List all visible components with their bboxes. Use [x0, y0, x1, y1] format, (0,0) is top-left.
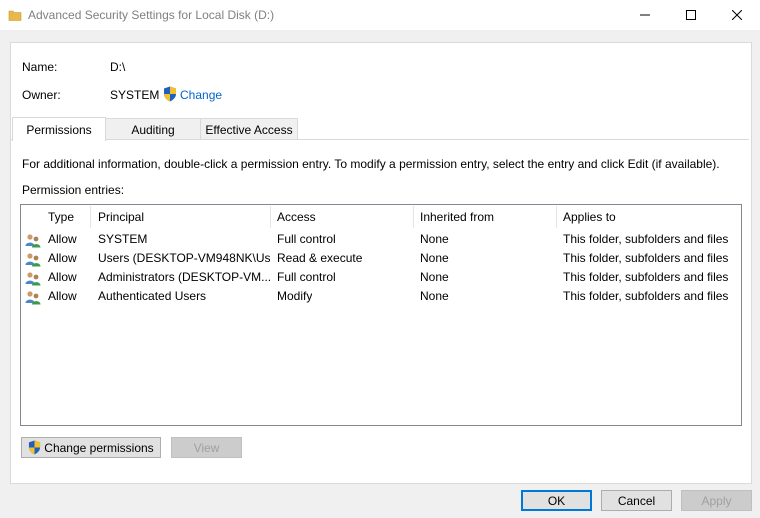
- cancel-label: Cancel: [617, 493, 656, 508]
- minimize-button[interactable]: [622, 0, 668, 30]
- shield-icon: [29, 440, 41, 455]
- ok-label: OK: [547, 493, 566, 508]
- cell-type: Allow: [48, 251, 77, 265]
- cell-access: Modify: [277, 289, 313, 303]
- title-bar: Advanced Security Settings for Local Dis…: [0, 0, 760, 30]
- view-label: View: [193, 440, 220, 455]
- maximize-button[interactable]: [668, 0, 714, 30]
- column-header-type[interactable]: Type: [48, 206, 74, 228]
- change-permissions-label: Change permissions: [44, 440, 154, 455]
- apply-button[interactable]: Apply: [681, 490, 752, 511]
- cell-applies-to: This folder, subfolders and files: [563, 289, 729, 303]
- cell-applies-to: This folder, subfolders and files: [563, 232, 729, 246]
- tab-label: Effective Access: [205, 122, 293, 137]
- window-title: Advanced Security Settings for Local Dis…: [28, 8, 275, 22]
- folder-icon: [8, 10, 22, 21]
- cell-type: Allow: [48, 289, 77, 303]
- table-row[interactable]: Allow Authenticated Users Modify None Th…: [22, 288, 740, 307]
- cell-applies-to: This folder, subfolders and files: [563, 270, 729, 284]
- minimize-icon: [640, 14, 650, 16]
- tab-label: Auditing: [131, 122, 175, 137]
- ok-button[interactable]: OK: [521, 490, 592, 511]
- column-header-inherited-from[interactable]: Inherited from: [420, 206, 494, 228]
- column-header-applies-to[interactable]: Applies to: [563, 206, 616, 228]
- cell-applies-to: This folder, subfolders and files: [563, 251, 729, 265]
- cell-principal: SYSTEM: [98, 232, 148, 246]
- users-icon: [25, 234, 41, 248]
- cell-principal: Administrators (DESKTOP-VM...: [98, 270, 270, 284]
- tab-effective-access[interactable]: Effective Access: [200, 118, 298, 140]
- column-separator[interactable]: [556, 206, 557, 228]
- table-row[interactable]: Allow Administrators (DESKTOP-VM... Full…: [22, 269, 740, 288]
- name-label: Name:: [22, 60, 58, 74]
- users-icon: [25, 272, 41, 286]
- owner-label: Owner:: [22, 88, 61, 102]
- name-value: D:\: [110, 60, 126, 74]
- cell-principal: Users (DESKTOP-VM948NK\Us...: [98, 251, 270, 265]
- cancel-button[interactable]: Cancel: [601, 490, 672, 511]
- column-separator[interactable]: [270, 206, 271, 228]
- permission-entries-label: Permission entries:: [22, 183, 125, 197]
- instructions-text: For additional information, double-click…: [22, 157, 720, 171]
- cell-inherited-from: None: [420, 232, 449, 246]
- tab-auditing[interactable]: Auditing: [105, 118, 201, 140]
- cell-principal: Authenticated Users: [98, 289, 207, 303]
- change-owner-link[interactable]: Change: [180, 88, 222, 102]
- maximize-icon: [686, 10, 696, 20]
- column-header-access[interactable]: Access: [277, 206, 316, 228]
- owner-value: SYSTEM: [110, 88, 160, 102]
- tab-permissions[interactable]: Permissions: [12, 117, 106, 141]
- cell-access: Read & execute: [277, 251, 363, 265]
- table-row[interactable]: Allow SYSTEM Full control None This fold…: [22, 231, 740, 250]
- column-header-principal[interactable]: Principal: [98, 206, 144, 228]
- column-separator[interactable]: [413, 206, 414, 228]
- shield-icon: [164, 86, 176, 102]
- users-icon: [25, 253, 41, 267]
- cell-access: Full control: [277, 270, 336, 284]
- change-permissions-button[interactable]: Change permissions: [21, 437, 161, 458]
- tab-divider: [11, 139, 749, 140]
- cell-access: Full control: [277, 232, 336, 246]
- tab-label: Permissions: [26, 122, 92, 137]
- apply-label: Apply: [701, 493, 732, 508]
- cell-inherited-from: None: [420, 251, 449, 265]
- cell-inherited-from: None: [420, 289, 449, 303]
- close-icon: [732, 10, 742, 20]
- table-row[interactable]: Allow Users (DESKTOP-VM948NK\Us... Read …: [22, 250, 740, 269]
- close-button[interactable]: [714, 0, 760, 30]
- users-icon: [25, 291, 41, 305]
- permission-entries-list[interactable]: Type Principal Access Inherited from App…: [20, 204, 742, 426]
- column-separator[interactable]: [90, 206, 91, 228]
- view-button[interactable]: View: [171, 437, 242, 458]
- cell-type: Allow: [48, 270, 77, 284]
- cell-inherited-from: None: [420, 270, 449, 284]
- cell-type: Allow: [48, 232, 77, 246]
